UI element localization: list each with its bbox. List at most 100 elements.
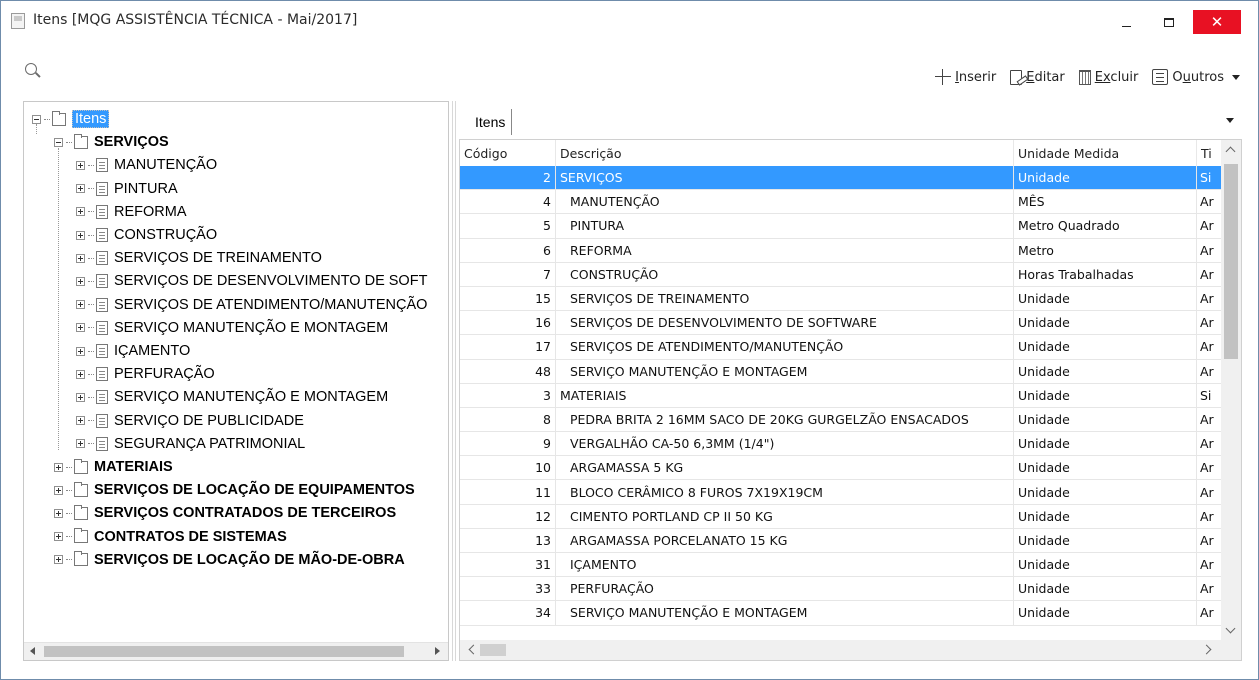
- tree-node-item[interactable]: SERVIÇOS DE DESENVOLVIMENTO DE SOFT: [76, 270, 427, 292]
- tree-horizontal-scrollbar[interactable]: [24, 642, 448, 660]
- tree-node-item[interactable]: CONSTRUÇÃO: [76, 224, 217, 246]
- tree-node-item[interactable]: PINTURA: [76, 178, 178, 200]
- search-button[interactable]: [15, 53, 55, 87]
- expand-icon[interactable]: [76, 300, 85, 310]
- expand-icon[interactable]: [76, 276, 85, 286]
- scroll-left-icon[interactable]: [30, 647, 35, 655]
- expand-icon[interactable]: [76, 230, 85, 240]
- minimize-button[interactable]: [1106, 10, 1146, 34]
- cell-description: ARGAMASSA PORCELANATO 15 KG: [556, 528, 1014, 552]
- tree-connector: [66, 559, 72, 561]
- expand-icon[interactable]: [76, 416, 85, 426]
- tree-node-item[interactable]: IÇAMENTO: [76, 340, 190, 362]
- expand-icon[interactable]: [76, 184, 85, 194]
- tree-node-label: IÇAMENTO: [114, 343, 191, 359]
- scrollbar-thumb[interactable]: [480, 644, 506, 656]
- expand-icon[interactable]: [54, 485, 63, 495]
- table-row[interactable]: 12 CIMENTO PORTLAND CP II 50 KG Unidade Ar: [460, 504, 1222, 529]
- tree-node-group[interactable]: CONTRATOS DE SISTEMAS: [54, 526, 287, 548]
- expand-icon[interactable]: [76, 346, 85, 356]
- cell-type: Ar: [1197, 311, 1222, 335]
- expand-icon[interactable]: [76, 392, 85, 402]
- edit-button[interactable]: Editar: [1010, 69, 1065, 85]
- document-icon: [96, 390, 108, 405]
- tree-connector: [66, 512, 72, 514]
- expand-icon[interactable]: [76, 439, 85, 449]
- scrollbar-thumb[interactable]: [1224, 164, 1238, 359]
- scrollbar-corner: [1221, 640, 1241, 660]
- grid-horizontal-scrollbar[interactable]: [460, 640, 1222, 660]
- expand-icon[interactable]: [54, 508, 63, 518]
- tree-node-item[interactable]: PERFURAÇÃO: [76, 363, 215, 385]
- expand-icon[interactable]: [76, 253, 85, 263]
- tree-node-group[interactable]: MATERIAIS: [54, 456, 173, 478]
- tab-itens[interactable]: Itens: [469, 109, 513, 135]
- tree-node-root[interactable]: Itens: [32, 108, 110, 130]
- insert-button[interactable]: Inserir: [935, 69, 996, 85]
- table-row[interactable]: 17 SERVIÇOS DE ATENDIMENTO/MANUTENÇÃO Unid…: [460, 335, 1222, 360]
- scroll-down-icon[interactable]: [1225, 623, 1236, 634]
- cell-unit: Unidade: [1014, 504, 1197, 528]
- table-row[interactable]: 2 SERVIÇOS Unidade Si: [460, 166, 1222, 191]
- table-row[interactable]: 10 ARGAMASSA 5 KG Unidade Ar: [460, 456, 1222, 481]
- expand-icon[interactable]: [76, 323, 85, 333]
- table-row[interactable]: 33 PERFURAÇÃO Unidade Ar: [460, 577, 1222, 602]
- tree-node-group[interactable]: SERVIÇOS DE LOCAÇÃO DE MÃO-DE-OBRA: [54, 549, 405, 571]
- tree-node-item[interactable]: REFORMA: [76, 201, 187, 223]
- table-row[interactable]: 13 ARGAMASSA PORCELANATO 15 KG Unidade Ar: [460, 528, 1222, 553]
- table-row[interactable]: 48 SERVIÇO MANUTENÇÃO E MONTAGEM Unidade Ar: [460, 359, 1222, 384]
- expand-icon[interactable]: [54, 462, 63, 472]
- column-header-type[interactable]: Ti: [1197, 140, 1222, 166]
- others-menu-button[interactable]: Ouutros: [1152, 69, 1240, 85]
- table-row[interactable]: 8 PEDRA BRITA 2 16MM SACO DE 20KG GURGELZ…: [460, 407, 1222, 433]
- cell-type: Ar: [1197, 262, 1222, 286]
- close-button[interactable]: ✕: [1193, 10, 1241, 34]
- table-row[interactable]: 16 SERVIÇOS DE DESENVOLVIMENTO DE SOFTWAR…: [460, 311, 1222, 336]
- folder-icon: [74, 504, 88, 520]
- cell-type: Ar: [1197, 190, 1222, 214]
- cell-type: Ar: [1197, 238, 1222, 262]
- table-row[interactable]: 11 BLOCO CERÂMICO 8 FUROS 7X19X19CM Unidad…: [460, 480, 1222, 505]
- table-row[interactable]: 7 CONSTRUÇÃO Horas Trabalhadas Ar: [460, 262, 1222, 287]
- scroll-right-icon[interactable]: [435, 647, 440, 655]
- tree-node-group[interactable]: SERVIÇOS CONTRATADOS DE TERCEIROS: [54, 502, 396, 524]
- expand-icon[interactable]: [76, 369, 85, 379]
- column-header-unit[interactable]: Unidade Medida: [1014, 140, 1197, 166]
- expand-icon[interactable]: [76, 160, 85, 170]
- table-row[interactable]: 34 SERVIÇO MANUTENÇÃO E MONTAGEM Unidade Ar: [460, 601, 1222, 626]
- scrollbar-thumb[interactable]: [44, 646, 404, 657]
- table-row[interactable]: 31 IÇAMENTO Unidade Ar: [460, 553, 1222, 578]
- expand-icon[interactable]: [76, 207, 85, 217]
- delete-button[interactable]: Excluir: [1078, 69, 1138, 85]
- expand-icon[interactable]: [54, 555, 63, 565]
- chevron-down-icon[interactable]: [1226, 118, 1234, 123]
- document-icon: [96, 436, 108, 451]
- grid-vertical-scrollbar[interactable]: [1221, 140, 1241, 640]
- table-row[interactable]: 6 REFORMA Metro Ar: [460, 238, 1222, 263]
- tree-node-item[interactable]: SEGURANÇA PATRIMONIAL: [76, 433, 305, 455]
- scroll-left-icon[interactable]: [468, 644, 479, 655]
- panel-splitter[interactable]: [451, 101, 457, 661]
- column-header-code[interactable]: Código: [460, 140, 556, 166]
- tree-node-item[interactable]: SERVIÇO DE PUBLICIDADE: [76, 410, 304, 432]
- table-row[interactable]: 5 PINTURA Metro Quadrado Ar: [460, 214, 1222, 239]
- table-row[interactable]: 15 SERVIÇOS DE TREINAMENTO Unidade Ar: [460, 286, 1222, 312]
- collapse-icon[interactable]: [54, 137, 63, 147]
- table-row[interactable]: 9 VERGALHÃO CA-50 6,3MM (1/4") Unidade Ar: [460, 432, 1222, 457]
- tree-node-item[interactable]: SERVIÇO MANUTENÇÃO E MONTAGEM: [76, 317, 388, 339]
- tree-node-item[interactable]: SERVIÇOS DE TREINAMENTO: [76, 247, 322, 269]
- tree-node-item[interactable]: SERVIÇOS DE ATENDIMENTO/MANUTENÇÃO: [76, 294, 427, 316]
- table-row[interactable]: 4 MANUTENÇÃO MÊS Ar: [460, 190, 1222, 215]
- scroll-right-icon[interactable]: [1201, 644, 1212, 655]
- tree-node-group[interactable]: SERVIÇOS: [54, 131, 169, 153]
- expand-icon[interactable]: [54, 532, 63, 542]
- tree-node-group[interactable]: SERVIÇOS DE LOCAÇÃO DE EQUIPAMENTOS: [54, 479, 415, 501]
- maximize-button[interactable]: [1149, 10, 1189, 34]
- collapse-icon[interactable]: [32, 114, 41, 124]
- scroll-up-icon[interactable]: [1225, 146, 1236, 157]
- document-icon: [96, 297, 108, 312]
- column-header-description[interactable]: Descrição: [556, 140, 1014, 166]
- tree-node-item[interactable]: MANUTENÇÃO: [76, 154, 217, 176]
- tree-node-item[interactable]: SERVIÇO MANUTENÇÃO E MONTAGEM: [76, 386, 388, 408]
- table-row[interactable]: 3 MATERIAIS Unidade Si: [460, 383, 1222, 408]
